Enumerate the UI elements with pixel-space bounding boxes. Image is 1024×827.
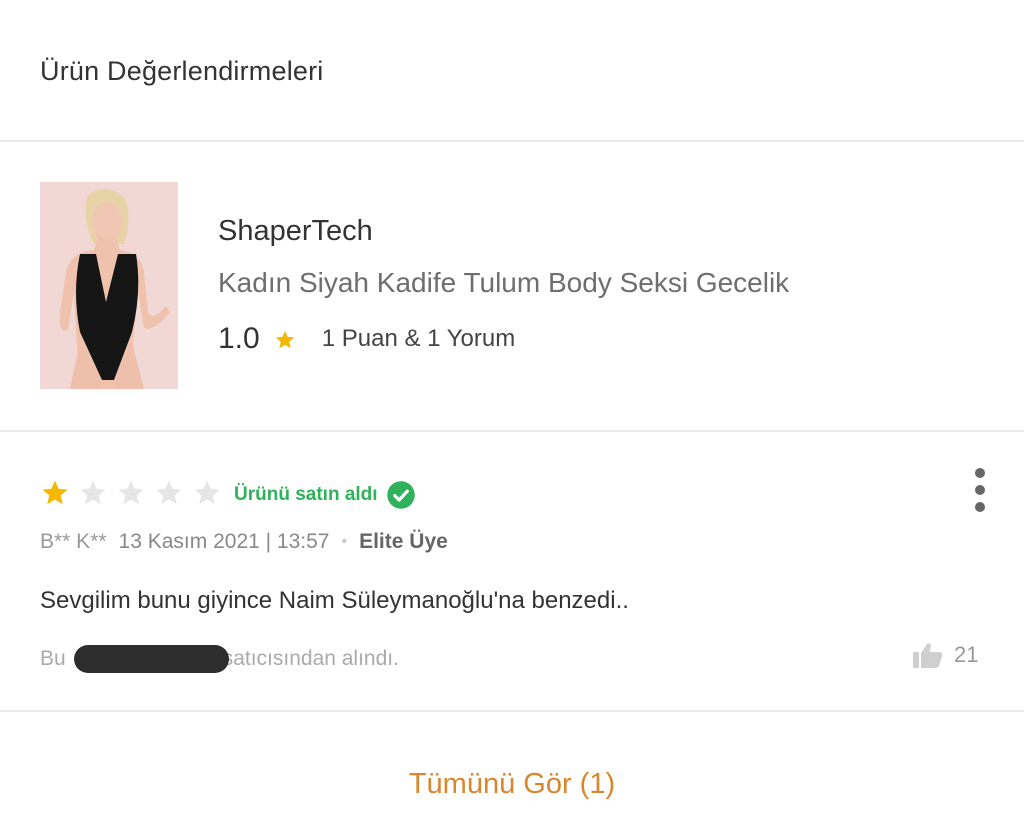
verified-purchase: Ürünü satın aldı: [234, 480, 416, 510]
see-all-section: Tümünü Gör (1): [0, 714, 1024, 827]
more-dot: [975, 468, 985, 478]
more-dot: [975, 502, 985, 512]
star-filled-icon: [42, 480, 68, 505]
star-empty-icon: [80, 480, 106, 505]
rating-value: 1.0: [218, 322, 260, 355]
thumbs-up-icon: [913, 643, 943, 668]
more-options-icon[interactable]: [966, 468, 994, 512]
star-empty-icon: [156, 480, 182, 505]
star-icon: [275, 330, 294, 349]
reviews-page: Ürün Değerlendirmeleri ShaperTech Kadın …: [0, 0, 1024, 827]
review-stars: [40, 478, 230, 508]
section-header: Ürün Değerlendirmeleri: [0, 0, 1024, 142]
review-author: B** K**: [40, 530, 107, 553]
more-dot: [975, 485, 985, 495]
product-name[interactable]: Kadın Siyah Kadife Tulum Body Seksi Gece…: [218, 267, 789, 299]
seller-prefix: Bu: [40, 647, 66, 670]
seller-info: Bu satıcısından alındı.: [40, 645, 399, 673]
verified-label: Ürünü satın aldı: [234, 484, 378, 505]
review-comment: Sevgilim bunu giyince Naim Süleymanoğlu'…: [40, 587, 629, 614]
product-brand[interactable]: ShaperTech: [218, 215, 373, 248]
rating-summary: 1.0 1 Puan & 1 Yorum: [218, 322, 515, 356]
meta-separator: •: [341, 533, 348, 550]
star-empty-icon: [118, 480, 144, 505]
product-summary[interactable]: ShaperTech Kadın Siyah Kadife Tulum Body…: [0, 144, 1024, 432]
member-badge: Elite Üye: [359, 530, 448, 553]
rating-count: 1 Puan & 1 Yorum: [321, 325, 516, 352]
review-date: 13 Kasım 2021 | 13:57: [118, 530, 330, 553]
seller-suffix: satıcısından alındı.: [222, 647, 399, 670]
redacted-seller-name: [73, 645, 229, 673]
product-image[interactable]: [40, 182, 178, 389]
see-all-link[interactable]: Tümünü Gör (1): [409, 768, 615, 801]
review-card: Ürünü satın aldı B** K** 13 Kasım 2021 |…: [0, 434, 1024, 712]
star-empty-icon: [194, 480, 220, 505]
section-title: Ürün Değerlendirmeleri: [40, 56, 324, 86]
like-count: 21: [954, 642, 979, 667]
review-meta: B** K** 13 Kasım 2021 | 13:57 • Elite Üy…: [40, 530, 448, 554]
check-circle-icon: [386, 481, 415, 509]
like-button[interactable]: 21: [912, 641, 978, 669]
